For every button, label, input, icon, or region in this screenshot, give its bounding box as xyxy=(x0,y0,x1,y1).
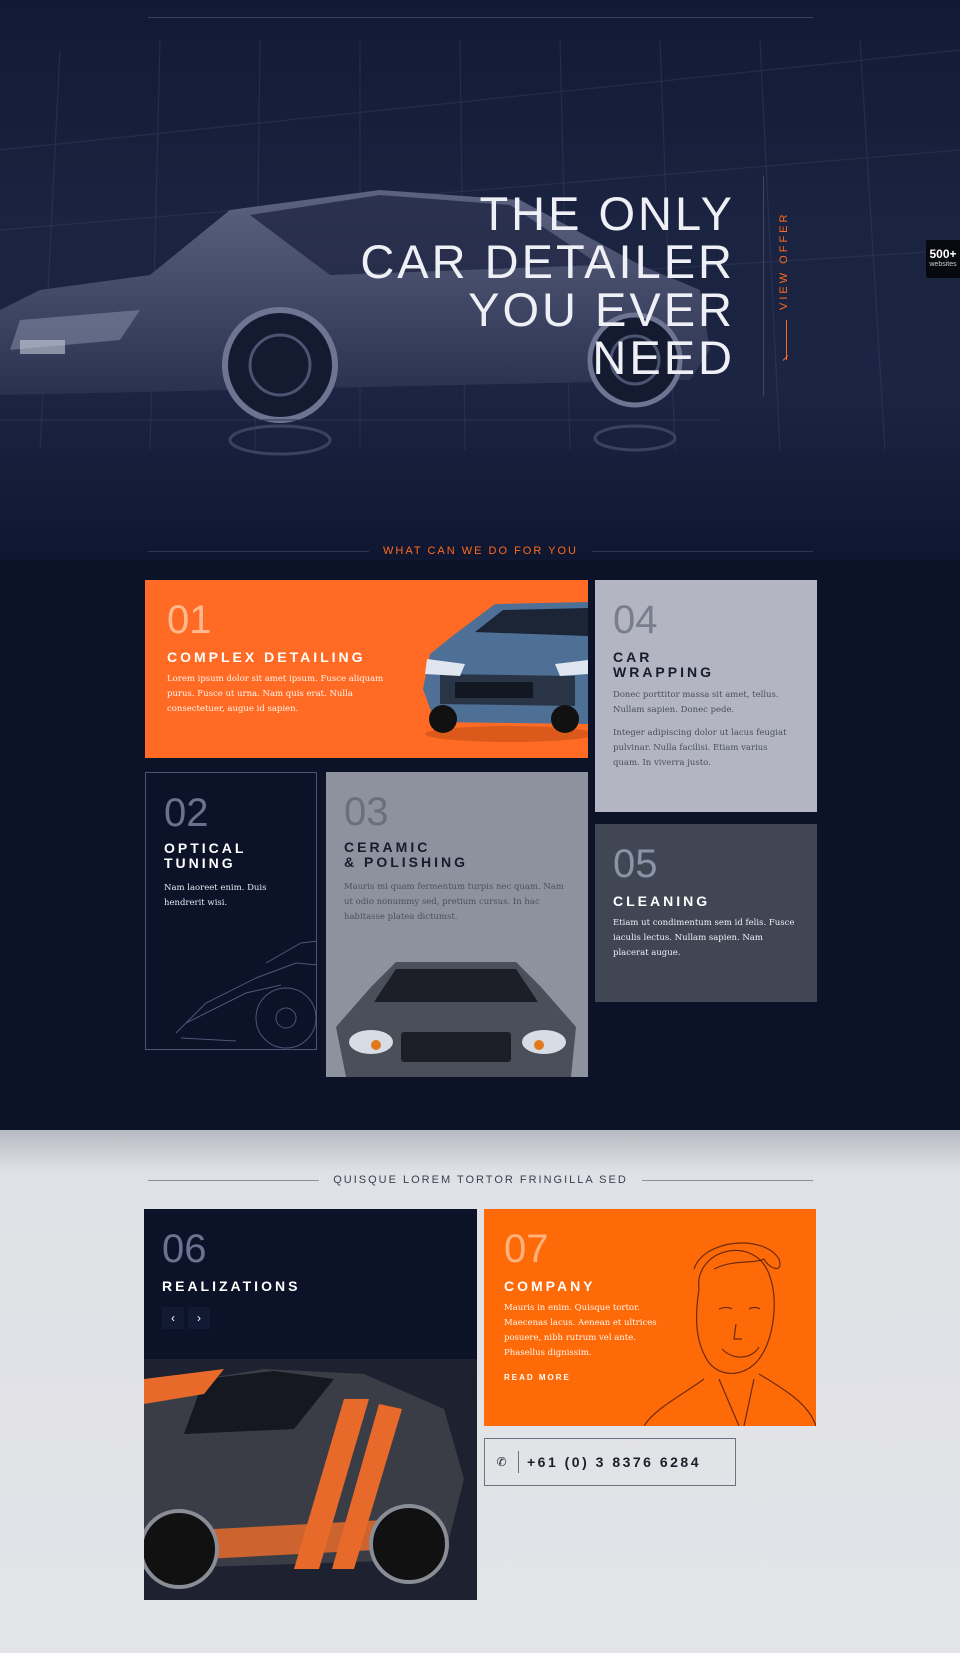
service-card-optical-tuning[interactable]: 02 OPTICAL TUNING Nam laoreet enim. Duis… xyxy=(145,772,317,1050)
card-title-line-2: WRAPPING xyxy=(613,664,714,680)
card-description: Donec porttitor massa sit amet, tellus. … xyxy=(613,690,779,715)
card-title-line-2: TUNING xyxy=(164,855,236,871)
card-title: COMPANY xyxy=(504,1278,596,1294)
card-number: 01 xyxy=(167,598,212,642)
card-title: COMPLEX DETAILING xyxy=(167,649,366,665)
phone-number: +61 (0) 3 8376 6284 xyxy=(527,1454,701,1470)
card-number: 05 xyxy=(613,842,658,886)
lower-heading-text: QUISQUE LOREM TORTOR FRINGILLA SED xyxy=(333,1174,628,1186)
company-card[interactable]: 07 COMPANY Mauris in enim. Quisque torto… xyxy=(484,1209,816,1426)
card-title-line-1: CERAMIC xyxy=(344,839,431,855)
card-number: 06 xyxy=(162,1227,207,1271)
card-title-line-2: & POLISHING xyxy=(344,854,469,870)
heading-line-right xyxy=(641,1179,814,1181)
hero-headline-line-3: YOU EVER xyxy=(468,283,735,336)
realizations-card[interactable]: 06 REALIZATIONS ‹ › xyxy=(144,1209,477,1600)
card-title: REALIZATIONS xyxy=(162,1278,301,1294)
card-number: 04 xyxy=(613,598,658,642)
card-description: Etiam ut condimentum sem id felis. Fusce… xyxy=(613,918,795,958)
hero-top-divider xyxy=(148,17,813,18)
car-sketch-illustration xyxy=(176,940,316,1049)
read-more-link[interactable]: READ MORE xyxy=(504,1373,571,1382)
phone-contact-box[interactable]: ✆ +61 (0) 3 8376 6284 xyxy=(484,1438,736,1486)
badge-label: websites xyxy=(929,261,957,268)
chevron-right-icon[interactable]: › xyxy=(188,1307,210,1329)
card-number: 07 xyxy=(504,1227,549,1271)
card-description-2: Integer adipiscing dolor ut lacus feugia… xyxy=(613,728,787,768)
hero-headline-line-4: NEED xyxy=(592,331,735,384)
card-number: 02 xyxy=(164,791,209,835)
websites-badge[interactable]: 500+ websites xyxy=(926,240,960,278)
heading-line-right xyxy=(591,550,814,552)
hero-vertical-divider xyxy=(763,176,764,396)
card-number: 03 xyxy=(344,790,389,834)
subaru-car-image xyxy=(423,602,588,742)
hero-headline: THE ONLY CAR DETAILER YOU EVER NEED xyxy=(360,190,735,382)
phone-icon: ✆ xyxy=(485,1451,519,1473)
card-description: Mauris in enim. Quisque tortor. Maecenas… xyxy=(504,1303,657,1358)
arrow-down-icon[interactable] xyxy=(786,320,787,360)
service-card-complex-detailing[interactable]: 01 COMPLEX DETAILING Lorem ipsum dolor s… xyxy=(145,580,588,758)
card-title-line-1: OPTICAL xyxy=(164,840,247,856)
lower-section-heading: QUISQUE LOREM TORTOR FRINGILLA SED xyxy=(148,1173,814,1187)
services-heading-text: WHAT CAN WE DO FOR YOU xyxy=(383,545,578,557)
hero-section: THE ONLY CAR DETAILER YOU EVER NEED VIEW… xyxy=(0,0,960,560)
heading-line-left xyxy=(148,1179,320,1181)
card-title-line-1: CAR xyxy=(613,649,653,665)
badge-count: 500+ xyxy=(929,247,957,261)
portrait-sketch-illustration xyxy=(644,1242,816,1426)
service-card-car-wrapping[interactable]: 04 CAR WRAPPING Donec porttitor massa si… xyxy=(595,580,817,812)
card-description: Lorem ipsum dolor sit amet ipsum. Fusce … xyxy=(167,674,384,714)
hero-headline-line-1: THE ONLY xyxy=(479,187,735,240)
services-heading: WHAT CAN WE DO FOR YOU xyxy=(148,544,814,558)
chevron-left-icon[interactable]: ‹ xyxy=(162,1307,184,1329)
card-description: Mauris mi quam fermentum turpis nec quam… xyxy=(344,882,564,922)
wrapped-car-image xyxy=(144,1359,477,1600)
heading-line-left xyxy=(148,550,370,552)
card-title: CLEANING xyxy=(613,893,711,909)
hero-headline-line-2: CAR DETAILER xyxy=(360,235,735,288)
view-offer-link[interactable]: VIEW OFFER xyxy=(778,210,798,310)
silver-car-image xyxy=(336,962,576,1077)
service-card-cleaning[interactable]: 05 CLEANING Etiam ut condimentum sem id … xyxy=(595,824,817,1002)
card-description: Nam laoreet enim. Duis hendrerit wisi. xyxy=(164,883,267,908)
service-card-ceramic-polishing[interactable]: 03 CERAMIC & POLISHING Mauris mi quam fe… xyxy=(326,772,588,1077)
